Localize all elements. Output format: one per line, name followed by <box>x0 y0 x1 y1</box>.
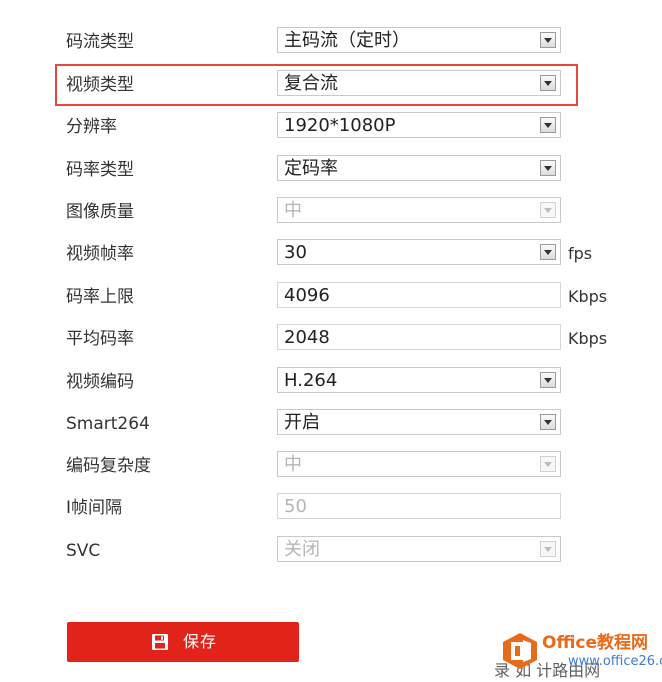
row-bitrate-type: 码率类型 定码率 <box>0 154 662 184</box>
row-average-bitrate: 平均码率 2048 Kbps <box>0 323 662 353</box>
average-bitrate-value: 2048 <box>284 327 330 348</box>
i-frame-interval-input: 50 <box>277 493 561 519</box>
save-button[interactable]: 保存 <box>67 622 299 662</box>
chevron-down-icon[interactable] <box>540 414 556 430</box>
bitrate-type-value: 定码率 <box>284 158 338 179</box>
average-bitrate-unit: Kbps <box>568 329 608 348</box>
stream-type-value: 主码流（定时） <box>284 30 410 51</box>
video-codec-select[interactable]: H.264 <box>277 367 561 393</box>
video-codec-label: 视频编码 <box>66 372 134 392</box>
chevron-down-icon <box>540 202 556 218</box>
row-image-quality: 图像质量 中 <box>0 196 662 226</box>
encoding-complexity-value: 中 <box>284 454 302 475</box>
save-button-label: 保存 <box>183 632 218 651</box>
frame-rate-unit: fps <box>568 244 593 263</box>
frame-rate-select[interactable]: 30 <box>277 239 561 265</box>
max-bitrate-label: 码率上限 <box>66 287 134 307</box>
encoding-complexity-label: 编码复杂度 <box>66 456 151 476</box>
encoding-complexity-select: 中 <box>277 451 561 477</box>
frame-rate-value: 30 <box>284 242 307 263</box>
row-video-codec: 视频编码 H.264 <box>0 366 662 396</box>
svc-label: SVC <box>66 541 101 561</box>
row-i-frame-interval: I帧间隔 50 <box>0 492 662 522</box>
office-logo-icon <box>503 633 537 669</box>
row-stream-type: 码流类型 主码流（定时） <box>0 26 662 56</box>
chevron-down-icon[interactable] <box>540 160 556 176</box>
svc-value: 关闭 <box>284 539 320 560</box>
average-bitrate-label: 平均码率 <box>66 329 134 349</box>
row-max-bitrate: 码率上限 4096 Kbps <box>0 281 662 311</box>
image-quality-label: 图像质量 <box>66 202 134 222</box>
resolution-label: 分辨率 <box>66 117 117 137</box>
smart264-label: Smart264 <box>66 414 150 434</box>
highlight-annotation-box <box>55 64 578 106</box>
site-watermark: 录 如 计路由网 Office教程网 www.office26.com <box>490 630 662 682</box>
row-smart264: Smart264 开启 <box>0 408 662 438</box>
frame-rate-label: 视频帧率 <box>66 244 134 264</box>
video-encoding-settings-panel: 码流类型 主码流（定时） 视频类型 复合流 分辨率 1920*1080P 码率类… <box>0 0 662 682</box>
resolution-select[interactable]: 1920*1080P <box>277 112 561 138</box>
stream-type-label: 码流类型 <box>66 32 134 52</box>
resolution-value: 1920*1080P <box>284 115 396 136</box>
i-frame-interval-label: I帧间隔 <box>66 498 123 518</box>
chevron-down-icon[interactable] <box>540 372 556 388</box>
bitrate-type-select[interactable]: 定码率 <box>277 155 561 181</box>
bitrate-type-label: 码率类型 <box>66 160 134 180</box>
video-codec-value: H.264 <box>284 370 338 391</box>
chevron-down-icon[interactable] <box>540 244 556 260</box>
image-quality-value: 中 <box>284 200 302 221</box>
image-quality-select: 中 <box>277 197 561 223</box>
row-resolution: 分辨率 1920*1080P <box>0 111 662 141</box>
chevron-down-icon[interactable] <box>540 32 556 48</box>
smart264-select[interactable]: 开启 <box>277 409 561 435</box>
floppy-disk-icon <box>152 634 168 650</box>
row-svc: SVC 关闭 <box>0 535 662 565</box>
svc-select: 关闭 <box>277 536 561 562</box>
watermark-site: www.office26.com <box>568 654 662 669</box>
max-bitrate-input[interactable]: 4096 <box>277 282 561 308</box>
smart264-value: 开启 <box>284 412 320 433</box>
chevron-down-icon <box>540 456 556 472</box>
max-bitrate-unit: Kbps <box>568 287 608 306</box>
row-encoding-complexity: 编码复杂度 中 <box>0 450 662 480</box>
average-bitrate-input[interactable]: 2048 <box>277 324 561 350</box>
stream-type-select[interactable]: 主码流（定时） <box>277 27 561 53</box>
chevron-down-icon[interactable] <box>540 117 556 133</box>
watermark-brand: Office教程网 <box>542 633 649 653</box>
i-frame-interval-value: 50 <box>284 496 307 517</box>
chevron-down-icon <box>540 541 556 557</box>
row-frame-rate: 视频帧率 30 fps <box>0 238 662 268</box>
max-bitrate-value: 4096 <box>284 285 330 306</box>
